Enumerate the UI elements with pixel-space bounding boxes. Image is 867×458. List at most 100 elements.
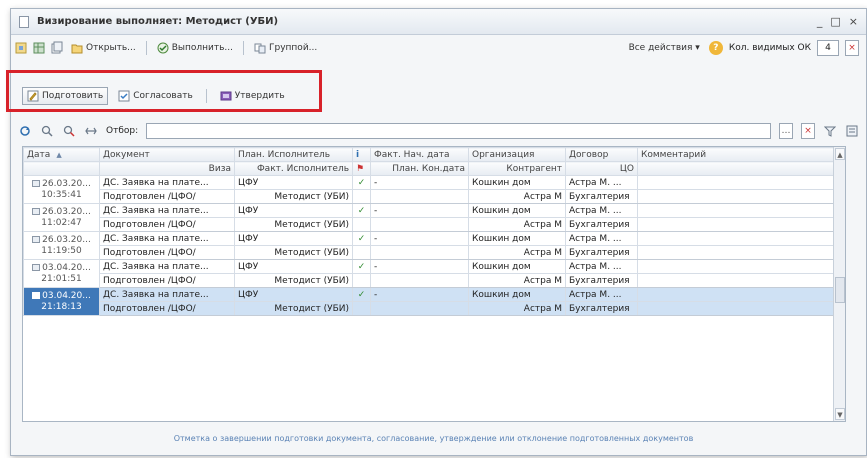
all-actions-menu[interactable]: Все действия ▾ <box>626 42 703 54</box>
help-icon[interactable]: ? <box>708 41 723 55</box>
visible-count-label: Кол. видимых ОК <box>728 43 811 53</box>
table-row[interactable]: 26.03.20... 11:02:47 ДС. Заявка на плате.… <box>23 203 835 232</box>
filter-bar: Отбор: … × <box>18 122 859 140</box>
vertical-scrollbar[interactable]: ▲ ▼ <box>833 147 845 421</box>
organization-cell: Кошкин дом <box>468 175 566 190</box>
done-check-icon: ✓ <box>352 287 371 302</box>
add-icon[interactable] <box>14 41 28 55</box>
table-row-sub[interactable]: Подготовлен /ЦФО/ Методист (УБИ) Астра М… <box>24 273 835 288</box>
column-header-organization[interactable]: Организация <box>468 147 566 162</box>
filter-select-button[interactable]: … <box>779 123 793 139</box>
column-header-flag[interactable]: ⚑ <box>352 161 371 176</box>
filter-clear-icon[interactable]: × <box>801 123 815 139</box>
prepare-button[interactable]: Подготовить <box>22 87 109 105</box>
approve-icon <box>220 91 232 101</box>
fact-start-cell: - <box>370 287 469 302</box>
scroll-down-icon[interactable]: ▼ <box>835 408 845 420</box>
visible-count-field[interactable]: 4 <box>817 40 839 56</box>
column-header-counterparty[interactable]: Контрагент <box>468 161 566 176</box>
document-icon <box>19 15 29 28</box>
column-header-comment[interactable]: Комментарий <box>637 147 835 162</box>
flag-cell <box>352 245 371 260</box>
done-check-icon: ✓ <box>352 175 371 190</box>
search-clear-icon[interactable] <box>62 124 76 138</box>
filter-input[interactable] <box>146 123 771 139</box>
action-separator <box>205 89 207 103</box>
maximize-button[interactable]: □ <box>830 15 840 28</box>
refresh-icon[interactable] <box>18 124 32 138</box>
table-row[interactable]: 26.03.20... 10:35:41 ДС. Заявка на плате.… <box>23 175 835 204</box>
main-toolbar: Открыть... Выполнить... Группой... Все д… <box>14 38 859 58</box>
minimize-button[interactable]: _ <box>817 15 823 28</box>
flag-cell <box>352 301 371 316</box>
fact-start-cell: - <box>370 175 469 190</box>
column-header-date[interactable]: Дата ▲ <box>23 147 100 162</box>
table-row[interactable]: 26.03.20... 11:19:50 ДС. Заявка на плате.… <box>23 231 835 260</box>
column-header-fact-start[interactable]: Факт. Нач. дата <box>370 147 469 162</box>
table-row-sub-selected[interactable]: Подготовлен /ЦФО/ Методист (УБИ) Астра М… <box>24 301 835 316</box>
open-button[interactable]: Открыть... <box>68 41 139 55</box>
info-icon: i <box>356 149 360 160</box>
plan-executor-cell: ЦФУ <box>234 175 353 190</box>
table-row-sub[interactable]: Подготовлен /ЦФО/ Методист (УБИ) Астра М… <box>24 217 835 232</box>
contract-cell: Астра М. ... <box>565 287 638 302</box>
filter-settings-icon[interactable] <box>823 124 837 138</box>
document-cell: ДС. Заявка на плате... <box>99 175 235 190</box>
comment-cell <box>637 203 835 218</box>
toolbar-right: Все действия ▾ ? Кол. видимых ОК 4 × <box>626 40 859 56</box>
comment-cell <box>637 175 835 190</box>
agree-button[interactable]: Согласовать <box>114 88 197 104</box>
table-row-sub[interactable]: Подготовлен /ЦФО/ Методист (УБИ) Астра М… <box>24 189 835 204</box>
flag-icon: ⚑ <box>356 163 365 174</box>
flag-cell <box>352 273 371 288</box>
column-header-plan-end[interactable]: План. Кон.дата <box>370 161 469 176</box>
date-cell: 03.04.20... 21:01:51 <box>23 259 100 288</box>
comment-cell <box>637 189 835 204</box>
close-button[interactable]: × <box>849 15 858 28</box>
window-title: Визирование выполняет: Методист (УБИ) <box>37 16 279 27</box>
column-header-plan-executor[interactable]: План. Исполнитель <box>234 147 353 162</box>
table-row[interactable]: 03.04.20... 21:01:51 ДС. Заявка на плате.… <box>23 259 835 288</box>
table-icon[interactable] <box>32 41 46 55</box>
list-settings-icon[interactable] <box>845 124 859 138</box>
filter-link-icon[interactable] <box>84 124 98 138</box>
copy-icon[interactable] <box>50 41 64 55</box>
date-cell: 03.04.20... 21:18:13 <box>23 287 100 316</box>
open-label: Открыть... <box>86 43 136 53</box>
window-controls: _ □ × <box>817 15 866 28</box>
fact-executor-cell: Методист (УБИ) <box>234 217 353 232</box>
action-buttons: Подготовить Согласовать Утвердить <box>22 87 289 105</box>
document-row-icon <box>32 207 41 215</box>
agree-icon <box>118 90 130 102</box>
table-row-sub[interactable]: Подготовлен /ЦФО/ Методист (УБИ) Астра М… <box>24 245 835 260</box>
group-button[interactable]: Группой... <box>251 41 320 55</box>
counterparty-cell: Астра М <box>468 245 566 260</box>
execute-button[interactable]: Выполнить... <box>154 41 236 55</box>
documents-table: Дата ▲ Документ План. Исполнитель i Факт.… <box>22 146 846 422</box>
scroll-thumb[interactable] <box>835 277 845 303</box>
comment-cell <box>637 231 835 246</box>
column-header-document[interactable]: Документ <box>99 147 235 162</box>
column-header-contract[interactable]: Договор <box>565 147 638 162</box>
date-cell: 26.03.20... 11:19:50 <box>23 231 100 260</box>
plan-executor-cell: ЦФУ <box>234 203 353 218</box>
scroll-up-icon[interactable]: ▲ <box>835 148 845 160</box>
column-subheader-empty <box>637 161 835 176</box>
search-icon[interactable] <box>40 124 54 138</box>
column-header-visa[interactable]: Виза <box>99 161 235 176</box>
comment-cell <box>637 287 835 302</box>
execute-icon <box>157 42 169 54</box>
contract-cell: Астра М. ... <box>565 203 638 218</box>
fact-start-cell: - <box>370 259 469 274</box>
column-header-fact-executor[interactable]: Факт. Исполнитель <box>234 161 353 176</box>
approve-button[interactable]: Утвердить <box>216 88 289 104</box>
column-header-co[interactable]: ЦО <box>565 161 638 176</box>
filter-label: Отбор: <box>106 126 139 136</box>
clear-count-icon[interactable]: × <box>845 40 859 56</box>
column-header-info[interactable]: i <box>352 147 371 162</box>
group-icon <box>254 43 266 54</box>
plan-end-cell <box>370 189 469 204</box>
table-row-selected[interactable]: 03.04.20... 21:18:13 ДС. Заявка на плате.… <box>23 287 835 316</box>
co-cell: Бухгалтерия <box>565 245 638 260</box>
done-check-icon: ✓ <box>352 231 371 246</box>
